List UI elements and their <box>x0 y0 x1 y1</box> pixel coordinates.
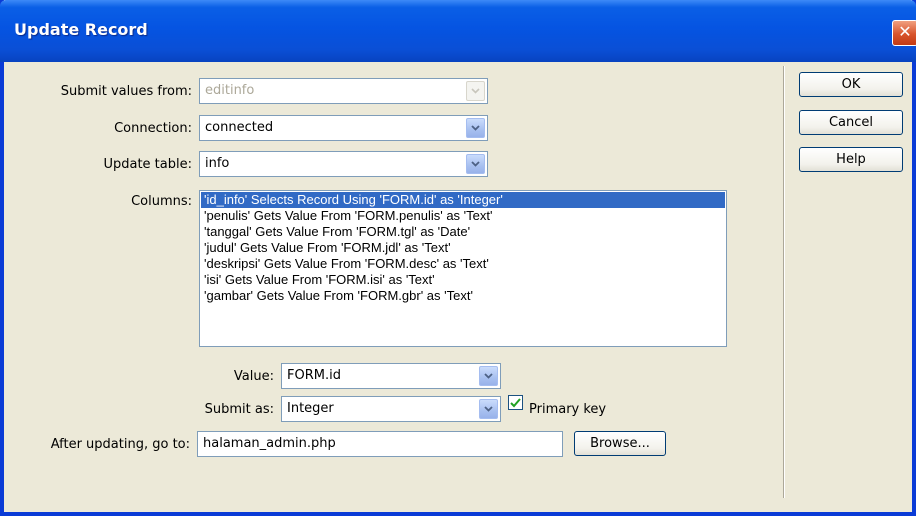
value-value: FORM.id <box>287 368 341 383</box>
update-table-value: info <box>205 156 230 171</box>
connection-value: connected <box>205 120 274 135</box>
chevron-down-icon[interactable] <box>479 366 498 386</box>
submit-as-select[interactable]: Integer <box>281 396 501 422</box>
columns-label: Columns: <box>131 194 192 209</box>
update-table-select[interactable]: info <box>199 151 488 177</box>
chevron-down-icon[interactable] <box>466 118 485 138</box>
checkmark-icon <box>510 397 521 407</box>
ok-button[interactable]: OK <box>799 72 903 97</box>
after-updating-input[interactable]: halaman_admin.php <box>197 431 563 457</box>
connection-select[interactable]: connected <box>199 115 488 141</box>
list-item[interactable]: 'judul' Gets Value From 'FORM.jdl' as 'T… <box>201 240 725 256</box>
list-item[interactable]: 'tanggal' Gets Value From 'FORM.tgl' as … <box>201 224 725 240</box>
chevron-down-icon <box>466 81 485 101</box>
value-select[interactable]: FORM.id <box>281 363 501 389</box>
update-table-label: Update table: <box>103 157 192 172</box>
primary-key-checkbox[interactable] <box>508 395 523 410</box>
submit-values-from-select: editinfo <box>199 78 488 104</box>
list-item[interactable]: 'id_info' Selects Record Using 'FORM.id'… <box>201 192 725 208</box>
update-record-dialog: Update Record ✕ Submit values from: edit… <box>0 0 916 516</box>
columns-listbox[interactable]: 'id_info' Selects Record Using 'FORM.id'… <box>199 190 727 347</box>
browse-button[interactable]: Browse... <box>574 431 666 456</box>
divider <box>783 66 785 498</box>
cancel-button[interactable]: Cancel <box>799 110 903 135</box>
close-button[interactable]: ✕ <box>892 20 916 46</box>
dialog-title: Update Record <box>14 20 148 39</box>
list-item[interactable]: 'penulis' Gets Value From 'FORM.penulis'… <box>201 208 725 224</box>
submit-as-value: Integer <box>287 401 334 416</box>
value-label: Value: <box>233 369 274 384</box>
after-updating-value: halaman_admin.php <box>203 436 336 451</box>
after-updating-label: After updating, go to: <box>50 437 190 452</box>
title-bar[interactable]: Update Record ✕ <box>0 0 916 62</box>
help-button[interactable]: Help <box>799 147 903 172</box>
connection-label: Connection: <box>114 121 192 136</box>
list-item[interactable]: 'deskripsi' Gets Value From 'FORM.desc' … <box>201 256 725 272</box>
submit-as-label: Submit as: <box>204 402 274 417</box>
chevron-down-icon[interactable] <box>479 399 498 419</box>
submit-values-from-label: Submit values from: <box>60 84 192 99</box>
submit-values-from-value: editinfo <box>205 83 255 98</box>
close-icon: ✕ <box>898 22 912 41</box>
dialog-body: Submit values from: editinfo Connection:… <box>4 62 912 512</box>
primary-key-label: Primary key <box>529 402 607 417</box>
list-item[interactable]: 'isi' Gets Value From 'FORM.isi' as 'Tex… <box>201 272 725 288</box>
chevron-down-icon[interactable] <box>466 154 485 174</box>
list-item[interactable]: 'gambar' Gets Value From 'FORM.gbr' as '… <box>201 288 725 304</box>
